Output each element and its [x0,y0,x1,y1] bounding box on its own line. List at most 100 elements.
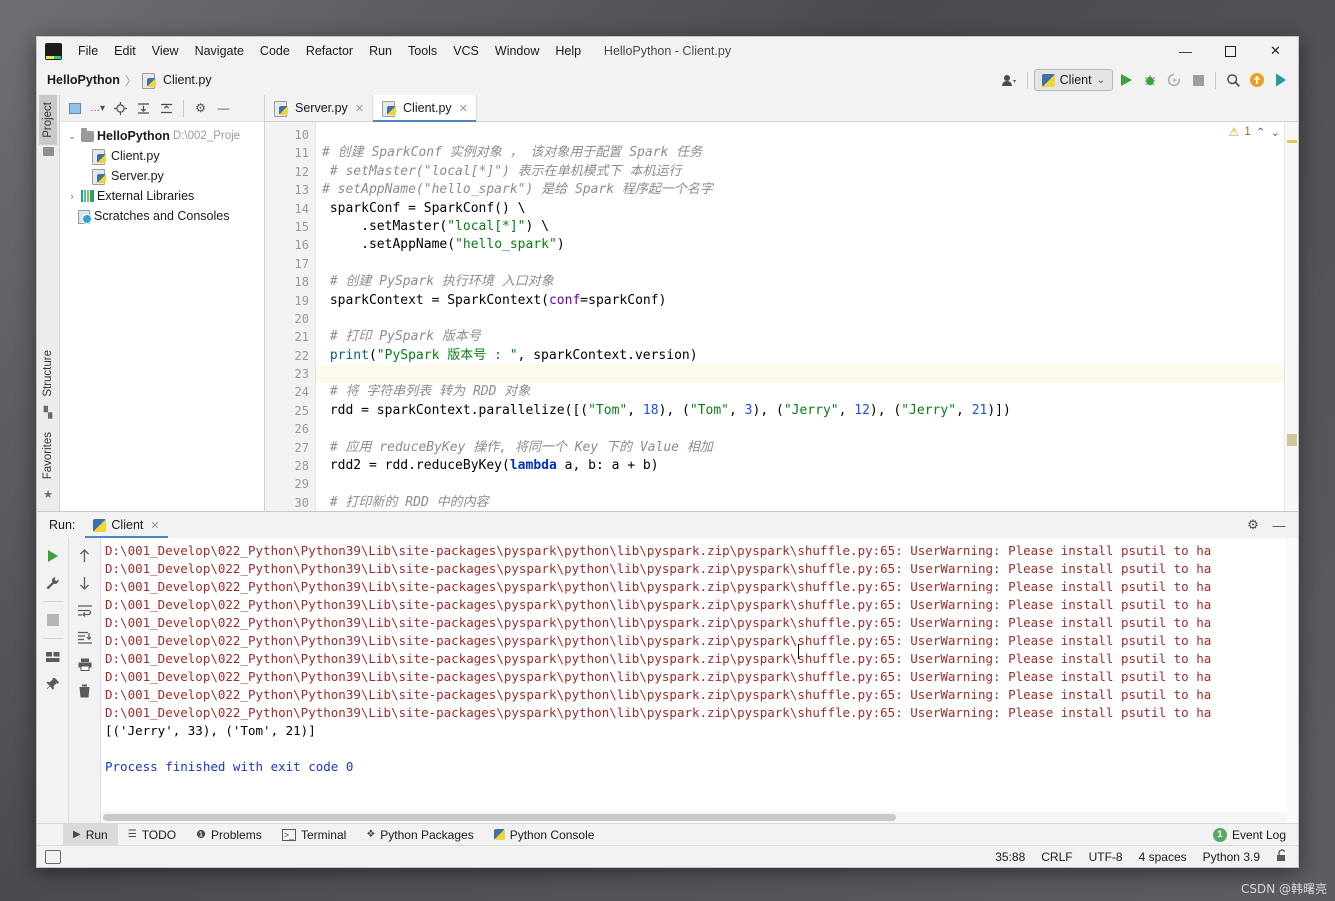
bottom-tab-terminal[interactable]: >_ Terminal [272,824,357,846]
console-line[interactable]: D:\001_Develop\022_Python\Python39\Lib\s… [105,560,1298,578]
layout-icon[interactable] [41,645,65,669]
pin-icon[interactable] [41,672,65,696]
toggle-toolwindows-icon[interactable] [45,850,61,864]
debug-icon[interactable] [1139,69,1161,91]
editor-tab-server[interactable]: Server.py ✕ [265,95,373,121]
collapse-all-icon[interactable] [156,98,177,119]
console-line[interactable]: D:\001_Develop\022_Python\Python39\Lib\s… [105,614,1298,632]
console-output[interactable]: D:\001_Develop\022_Python\Python39\Lib\s… [101,538,1298,823]
code-line[interactable]: # 应用 reduceByKey 操作, 将同一个 Key 下的 Value 相… [316,439,1284,457]
code-content[interactable]: # 创建 SparkConf 实例对象 ， 该对象用于配置 Spark 任务 #… [315,122,1284,511]
stripe-warning-marker[interactable] [1287,140,1297,143]
code-line[interactable] [316,475,1284,493]
lock-icon[interactable] [1276,849,1288,865]
code-line[interactable]: # 创建 SparkConf 实例对象 ， 该对象用于配置 Spark 任务 [316,144,1284,162]
console-horizontal-scrollbar[interactable] [101,812,1286,823]
stop-icon[interactable] [41,608,65,632]
code-line[interactable] [316,420,1284,438]
breadcrumb-project[interactable]: HelloPython [47,73,120,87]
scroll-down-icon[interactable] [73,571,97,595]
code-line[interactable]: # 打印 PySpark 版本号 [316,328,1284,346]
previous-issue-icon[interactable]: ⌃ [1256,125,1266,139]
run-icon[interactable] [1115,69,1137,91]
menu-item-navigate[interactable]: Navigate [187,40,252,62]
settings-gear-icon[interactable]: ⚙ [1242,514,1264,536]
sidebar-tab-structure[interactable]: Structure [39,343,57,404]
next-issue-icon[interactable]: ⌄ [1270,125,1280,139]
stop-icon[interactable] [1187,69,1209,91]
bottom-tab-python-console[interactable]: Python Console [484,824,605,846]
hide-panel-icon[interactable]: — [1268,514,1290,536]
file-encoding[interactable]: UTF-8 [1089,850,1123,864]
tree-item-scratches[interactable]: Scratches and Consoles [60,206,264,226]
editor-error-stripe[interactable] [1284,122,1298,511]
bottom-tab-todo[interactable]: ☰ TODO [118,824,186,846]
console-line[interactable]: D:\001_Develop\022_Python\Python39\Lib\s… [105,596,1298,614]
run-tab-client[interactable]: Client ✕ [85,513,167,538]
scroll-to-end-icon[interactable] [73,625,97,649]
expand-all-icon[interactable] [133,98,154,119]
hide-panel-icon[interactable]: — [213,98,234,119]
code-line[interactable]: print("PySpark 版本号 : ", sparkContext.ver… [316,347,1284,365]
console-line[interactable]: D:\001_Develop\022_Python\Python39\Lib\s… [105,650,1298,668]
settings-gear-icon[interactable]: ⚙ [190,98,211,119]
menu-item-run[interactable]: Run [361,40,400,62]
clear-all-icon[interactable] [73,679,97,703]
close-button[interactable]: ✕ [1253,37,1298,65]
code-line[interactable]: # 将 字符串列表 转为 RDD 对象 [316,383,1284,401]
code-line[interactable]: rdd2 = rdd.reduceByKey(lambda a, b: a + … [316,457,1284,475]
code-line[interactable]: .setMaster("local[*]") \ [316,218,1284,236]
chevron-right-icon[interactable]: › [66,191,78,201]
console-line[interactable]: Process finished with exit code 0 [105,758,1298,776]
console-line[interactable]: D:\001_Develop\022_Python\Python39\Lib\s… [105,632,1298,650]
search-icon[interactable] [1222,69,1244,91]
close-icon[interactable]: ✕ [355,102,364,115]
minimize-button[interactable]: — [1163,37,1208,65]
project-view-dropdown-icon[interactable]: …▾ [87,98,108,119]
code-line[interactable] [316,255,1284,273]
code-line[interactable]: # setAppName("hello_spark") 是给 Spark 程序起… [316,181,1284,199]
close-icon[interactable]: ✕ [459,102,468,115]
console-line[interactable]: D:\001_Develop\022_Python\Python39\Lib\s… [105,668,1298,686]
console-line[interactable] [105,740,1298,758]
line-separator[interactable]: CRLF [1041,850,1072,864]
bottom-tab-python-packages[interactable]: ❖ Python Packages [356,824,483,846]
tree-item-client[interactable]: Client.py [60,146,264,166]
print-icon[interactable] [73,652,97,676]
code-line[interactable]: # setMaster("local[*]") 表示在单机模式下 本机运行 [316,163,1284,181]
maximize-button[interactable] [1208,37,1253,65]
stripe-caret-marker[interactable] [1287,434,1297,446]
console-line[interactable]: D:\001_Develop\022_Python\Python39\Lib\s… [105,542,1298,560]
python-interpreter[interactable]: Python 3.9 [1203,850,1260,864]
sidebar-tab-favorites[interactable]: Favorites [39,425,57,486]
bottom-tab-run[interactable]: ▶ Run [63,824,118,846]
indent-setting[interactable]: 4 spaces [1139,850,1187,864]
scrollbar-thumb[interactable] [103,814,896,821]
console-line[interactable]: D:\001_Develop\022_Python\Python39\Lib\s… [105,686,1298,704]
caret-position[interactable]: 35:88 [995,850,1025,864]
wrench-icon[interactable] [41,571,65,595]
project-view-icon[interactable] [64,98,85,119]
update-icon[interactable] [1246,69,1268,91]
menu-item-tools[interactable]: Tools [400,40,445,62]
editor-tab-client[interactable]: Client.py ✕ [373,95,477,121]
close-icon[interactable]: ✕ [150,519,159,532]
console-vertical-scrollbar[interactable] [1286,538,1298,823]
code-line[interactable] [316,310,1284,328]
run-configuration-selector[interactable]: Client ⌄ [1034,69,1113,91]
code-line[interactable]: sparkConf = SparkConf() \ [316,200,1284,218]
profile-icon[interactable] [1270,69,1292,91]
tree-item-hellopython[interactable]: ⌄ HelloPython D:\002_Proje [60,126,264,146]
bottom-tab-problems[interactable]: ❶ Problems [186,824,272,846]
chevron-down-icon[interactable]: ⌄ [66,131,78,142]
editor-gutter[interactable]: 1011-1213-141516171819202122232425262728… [265,122,315,511]
coverage-icon[interactable] [1163,69,1185,91]
menu-item-window[interactable]: Window [487,40,547,62]
code-line[interactable]: rdd = sparkContext.parallelize([("Tom", … [316,402,1284,420]
code-line[interactable]: # 创建 PySpark 执行环境 入口对象 [316,273,1284,291]
user-icon[interactable] [999,69,1021,91]
code-line[interactable]: .setAppName("hello_spark") [316,236,1284,254]
console-line[interactable]: D:\001_Develop\022_Python\Python39\Lib\s… [105,704,1298,722]
code-line[interactable]: # 打印新的 RDD 中的内容 [316,494,1284,511]
menu-item-refactor[interactable]: Refactor [298,40,361,62]
